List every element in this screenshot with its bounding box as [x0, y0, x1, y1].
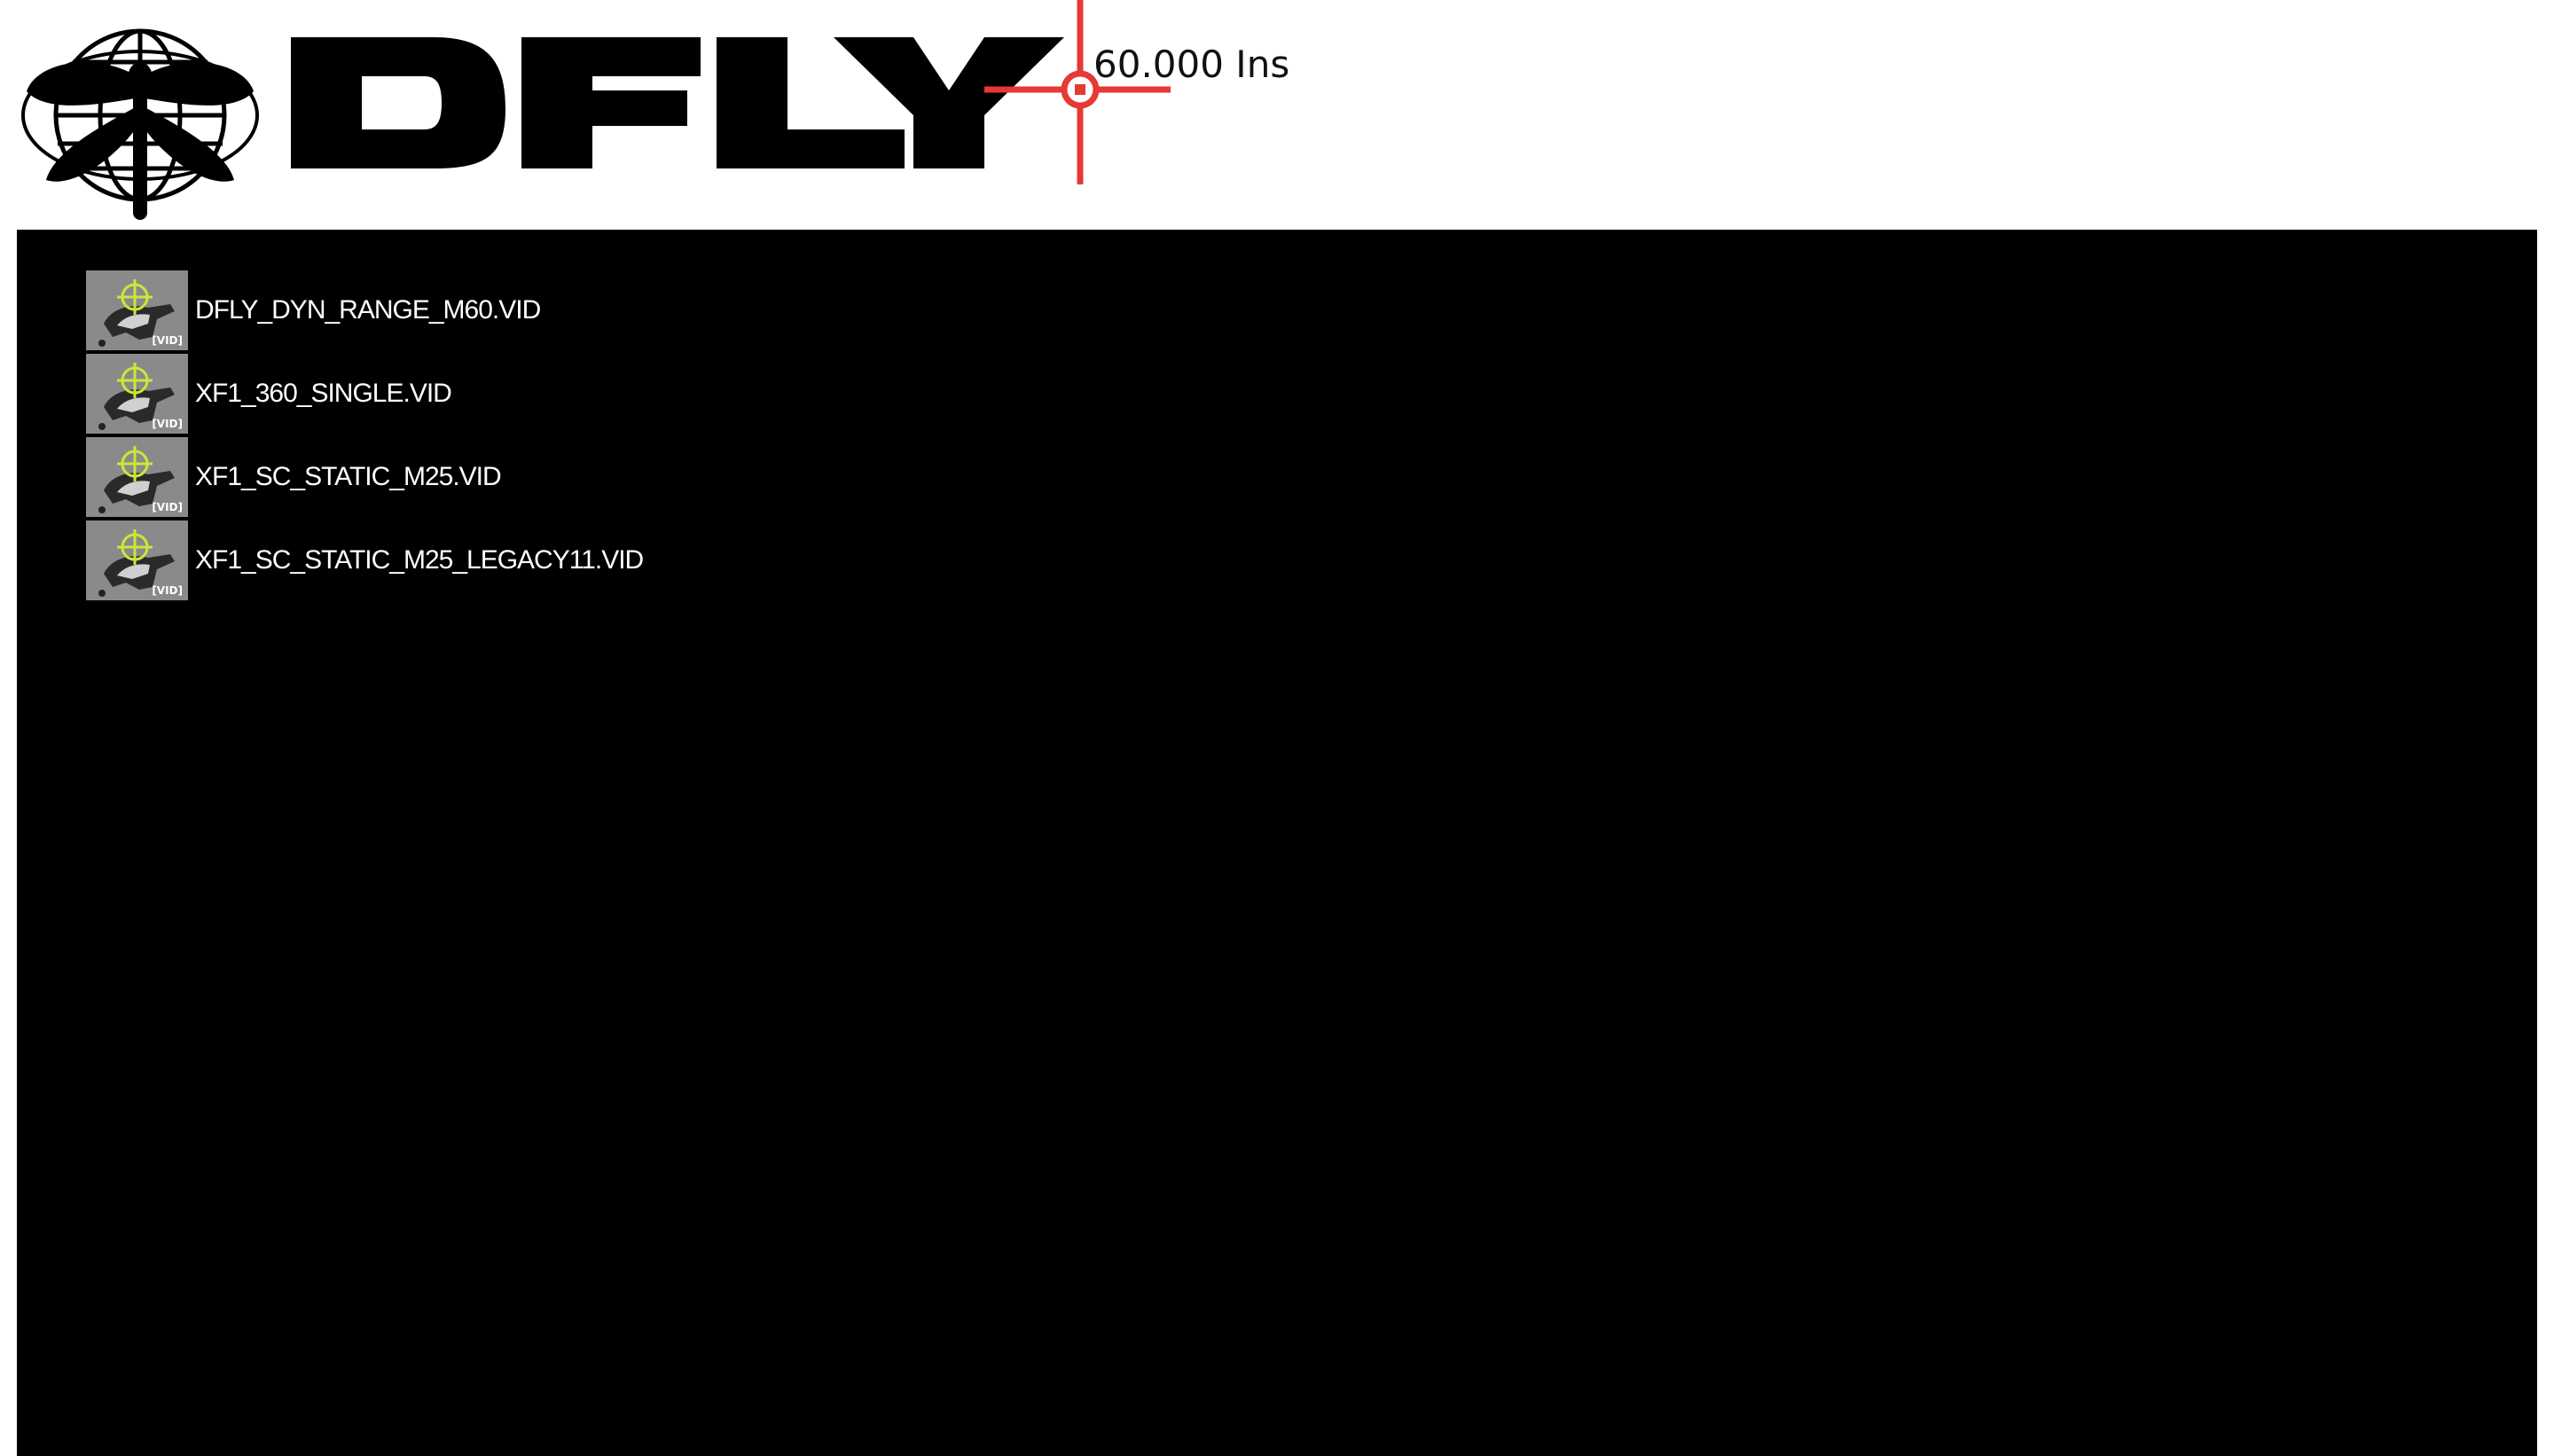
file-browser-panel: [VID] DFLY_DYN_RANGE_M60.VID [VID] XF1_3… — [17, 230, 2537, 1456]
list-item[interactable]: [VID] XF1_SC_STATIC_M25.VID — [86, 435, 643, 519]
file-type-tag: [VID] — [152, 418, 183, 430]
file-name: XF1_SC_STATIC_M25.VID — [195, 462, 502, 491]
header-bar: 60.000 Ins — [0, 0, 2554, 229]
file-name: XF1_SC_STATIC_M25_LEGACY11.VID — [195, 545, 644, 575]
video-file-icon: [VID] — [86, 270, 188, 350]
video-file-icon: [VID] — [86, 437, 188, 517]
dragonfly-globe-logo — [21, 28, 259, 220]
file-name: DFLY_DYN_RANGE_M60.VID — [195, 295, 541, 325]
list-item[interactable]: [VID] XF1_360_SINGLE.VID — [86, 352, 643, 435]
file-type-tag: [VID] — [152, 334, 183, 347]
list-item[interactable]: [VID] DFLY_DYN_RANGE_M60.VID — [86, 269, 643, 352]
list-item[interactable]: [VID] XF1_SC_STATIC_M25_LEGACY11.VID — [86, 519, 644, 602]
file-list: [VID] DFLY_DYN_RANGE_M60.VID [VID] XF1_3… — [86, 269, 644, 602]
video-file-icon: [VID] — [86, 354, 188, 434]
file-type-tag: [VID] — [152, 501, 183, 513]
file-name: XF1_360_SINGLE.VID — [195, 379, 452, 408]
file-type-tag: [VID] — [152, 584, 183, 597]
distance-reading: 60.000 Ins — [1093, 43, 1290, 86]
dfly-wordmark — [291, 37, 1064, 168]
crosshair-reticle-icon — [984, 0, 1171, 184]
video-file-icon: [VID] — [86, 521, 188, 600]
